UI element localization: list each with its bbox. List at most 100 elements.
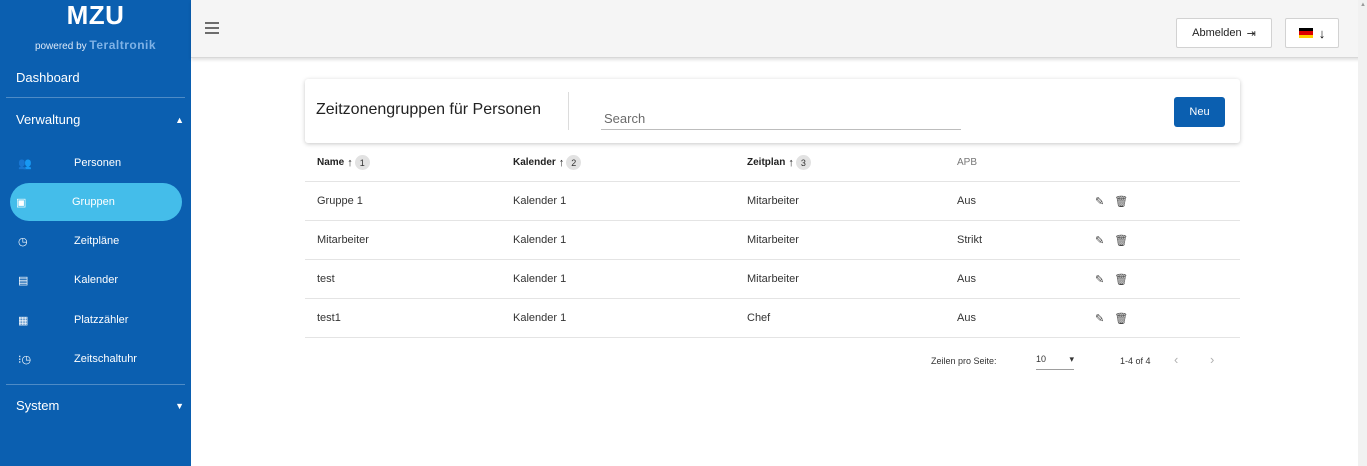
- clock-icon: ◷: [18, 235, 28, 248]
- sidebar-item-label: Platzzähler: [74, 314, 129, 326]
- logo-subtitle: powered by Teraltronik: [0, 38, 191, 52]
- cell-name: Mitarbeiter: [317, 234, 369, 246]
- cell-apb: Aus: [957, 273, 976, 285]
- column-header-zeitplan[interactable]: Zeitplan ↑ 3: [747, 144, 811, 181]
- sort-order-badge: 1: [354, 155, 370, 170]
- edit-icon[interactable]: ✎: [1095, 273, 1104, 286]
- delete-icon[interactable]: 🗑: [1114, 234, 1128, 247]
- sort-arrow-icon: ↑: [558, 156, 565, 169]
- previous-page-icon[interactable]: ‹: [1174, 352, 1178, 367]
- sidebar-item-zeitschaltuhr[interactable]: ⁝◷ Zeitschaltuhr: [12, 340, 184, 378]
- logout-label: Abmelden: [1192, 27, 1242, 39]
- column-header-kalender[interactable]: Kalender ↑ 2: [513, 144, 582, 181]
- groups-table: Name ↑ 1 Kalender ↑ 2 Zeitplan ↑ 3 APB G…: [305, 144, 1240, 338]
- sort-arrow-icon: ↑: [347, 156, 353, 169]
- row-actions: ✎ 🗑: [1095, 221, 1128, 259]
- calendar-icon: ▤: [18, 274, 29, 287]
- search-input[interactable]: [601, 108, 961, 130]
- table-header-row: Name ↑ 1 Kalender ↑ 2 Zeitplan ↑ 3 APB: [305, 144, 1240, 182]
- delete-icon[interactable]: 🗑: [1114, 273, 1128, 286]
- cell-zeitplan: Mitarbeiter: [747, 234, 799, 246]
- cell-apb: Aus: [957, 312, 976, 324]
- sidebar-group-label: Verwaltung: [16, 112, 81, 127]
- column-header-apb: APB: [957, 157, 978, 168]
- rows-per-page-label: Zeilen pro Seite:: [931, 356, 997, 366]
- column-header-label: Zeitplan: [747, 157, 786, 168]
- sidebar-item-dashboard[interactable]: Dashboard: [16, 70, 80, 85]
- sidebar: MZU powered by Teraltronik Dashboard Ver…: [0, 0, 191, 466]
- logout-button[interactable]: Abmelden ⇥: [1176, 18, 1272, 48]
- persons-icon: 👥: [18, 157, 32, 170]
- sidebar-item-kalender[interactable]: ▤ Kalender: [12, 261, 184, 299]
- powered-by-text: powered by: [34, 41, 87, 52]
- top-bar: Abmelden ⇥ ↓: [191, 0, 1367, 58]
- row-actions: ✎ 🗑: [1095, 299, 1128, 337]
- sidebar-divider: [6, 97, 185, 98]
- row-actions: ✎ 🗑: [1095, 260, 1128, 298]
- table-row[interactable]: test Kalender 1 Mitarbeiter Aus ✎ 🗑: [305, 260, 1240, 299]
- brand-name: Teraltronik: [89, 38, 157, 52]
- column-header-name[interactable]: Name ↑ 1: [317, 144, 370, 181]
- cell-apb: Strikt: [957, 234, 983, 246]
- sidebar-group-verwaltung[interactable]: Verwaltung ▲: [16, 112, 186, 127]
- logo-title: MZU: [66, 0, 125, 30]
- group-icon: ▣: [16, 196, 27, 209]
- rows-per-page-select[interactable]: 10 ▾: [1036, 354, 1074, 370]
- new-button[interactable]: Neu: [1174, 97, 1225, 127]
- cell-name: test1: [317, 312, 341, 324]
- logo: MZU powered by Teraltronik: [0, 0, 191, 60]
- cell-kalender: Kalender 1: [513, 273, 567, 285]
- sort-order-badge: 2: [566, 155, 582, 170]
- counter-icon: ▦: [18, 314, 29, 327]
- sidebar-group-system[interactable]: System ▼: [16, 398, 186, 413]
- column-header-label: Name: [317, 157, 345, 168]
- page-range: 1-4 of 4: [1120, 356, 1151, 366]
- menu-icon[interactable]: [205, 22, 219, 34]
- rows-per-page-value: 10: [1036, 354, 1047, 364]
- page-title: Zeitzonengruppen für Personen: [316, 101, 542, 118]
- cell-name: Gruppe 1: [317, 195, 363, 207]
- caret-down-icon: ▼: [175, 400, 184, 411]
- sidebar-item-personen[interactable]: 👥 Personen: [12, 144, 184, 182]
- sidebar-divider: [6, 384, 185, 385]
- cell-kalender: Kalender 1: [513, 195, 567, 207]
- header-divider: [568, 92, 569, 130]
- sidebar-item-label: Zeitschaltuhr: [74, 353, 137, 365]
- cell-zeitplan: Mitarbeiter: [747, 273, 799, 285]
- next-page-icon[interactable]: ›: [1210, 352, 1214, 367]
- sidebar-item-gruppen[interactable]: ▣ Gruppen: [10, 183, 182, 221]
- language-button[interactable]: ↓: [1285, 18, 1339, 48]
- dropdown-arrow-icon: ▾: [1069, 354, 1074, 364]
- delete-icon[interactable]: 🗑: [1114, 195, 1128, 208]
- german-flag-icon: [1298, 28, 1313, 38]
- edit-icon[interactable]: ✎: [1095, 234, 1104, 247]
- sidebar-group-label: System: [16, 398, 60, 413]
- cell-kalender: Kalender 1: [513, 234, 567, 246]
- sidebar-item-zeitplaene[interactable]: ◷ Zeitpläne: [12, 222, 184, 260]
- column-header-label: Kalender: [513, 157, 556, 168]
- table-row[interactable]: test1 Kalender 1 Chef Aus ✎ 🗑: [305, 299, 1240, 338]
- edit-icon[interactable]: ✎: [1095, 312, 1104, 325]
- sidebar-item-label: Kalender: [74, 274, 119, 286]
- sort-arrow-icon: ↑: [788, 156, 794, 169]
- sidebar-item-platzzaehler[interactable]: ▦ Platzzähler: [12, 301, 184, 339]
- table-row[interactable]: Gruppe 1 Kalender 1 Mitarbeiter Aus ✎ 🗑: [305, 182, 1240, 221]
- caret-up-icon: ▲: [175, 114, 184, 125]
- cell-name: test: [317, 273, 335, 285]
- app-window: MZU powered by Teraltronik Dashboard Ver…: [0, 0, 1367, 466]
- scroll-up-icon[interactable]: ▲: [1360, 2, 1366, 8]
- arrow-down-icon: ↓: [1318, 25, 1326, 41]
- cell-zeitplan: Chef: [747, 312, 771, 324]
- timer-icon: ⁝◷: [18, 353, 32, 366]
- row-actions: ✎ 🗑: [1095, 182, 1128, 220]
- edit-icon[interactable]: ✎: [1095, 195, 1104, 208]
- delete-icon[interactable]: 🗑: [1114, 312, 1128, 325]
- sidebar-item-label: Personen: [74, 157, 122, 169]
- sidebar-item-label: Gruppen: [72, 196, 115, 208]
- table-row[interactable]: Mitarbeiter Kalender 1 Mitarbeiter Strik…: [305, 221, 1240, 260]
- cell-apb: Aus: [957, 195, 976, 207]
- page-header-card: Zeitzonengruppen für Personen Neu: [305, 79, 1240, 143]
- scrollbar[interactable]: ▲: [1358, 0, 1367, 466]
- logout-icon: ⇥: [1246, 27, 1256, 40]
- cell-kalender: Kalender 1: [513, 312, 567, 324]
